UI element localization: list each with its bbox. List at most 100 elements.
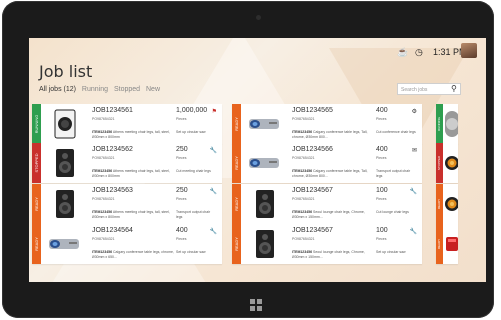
quantity: 400 <box>376 146 388 153</box>
item-code: ITEM123456 <box>292 210 313 214</box>
job-number: JOB1234561 <box>92 107 133 114</box>
front-camera <box>256 15 261 20</box>
status-label: READY <box>234 237 239 251</box>
status-badge: RUNNING <box>32 104 41 144</box>
quantity-unit: Pieces <box>376 237 387 241</box>
po-number: PO987654321 <box>292 197 315 201</box>
side-tile[interactable]: STOPPED <box>436 143 458 183</box>
gear-icon[interactable]: ⚙ <box>412 108 417 115</box>
item-description: ITEM123456 Calgary conference table legs… <box>92 250 174 259</box>
item-code: ITEM123456 <box>292 169 313 173</box>
job-card[interactable]: READY JOB1234567 PO987654321 ITEM123456 … <box>232 184 422 224</box>
product-image <box>45 147 85 179</box>
job-card[interactable]: READY JOB1234565 PO987654321 ITEM123456 … <box>232 104 422 144</box>
job-number: JOB1234564 <box>92 227 133 234</box>
job-card[interactable]: STOPPED JOB1234562 PO987654321 ITEM12345… <box>32 143 222 183</box>
filter-running[interactable]: Running <box>82 86 108 93</box>
product-image <box>45 108 85 140</box>
po-number: PO987654321 <box>92 156 115 160</box>
status-badge: STOPPED <box>436 143 443 183</box>
po-number: PO987654321 <box>92 237 115 241</box>
po-number: PO987654321 <box>292 156 315 160</box>
side-tile[interactable]: READY <box>436 184 458 224</box>
item-description: ITEM123456 Athens meeting chair legs, ta… <box>92 210 174 219</box>
item-code: ITEM123456 <box>92 169 113 173</box>
status-badge: READY <box>232 184 241 224</box>
job-number: JOB1234562 <box>92 146 133 153</box>
clock-icon: ◷ <box>415 47 423 57</box>
status-label: STOPPED <box>437 155 441 171</box>
filter-stopped[interactable]: Stopped <box>114 86 140 93</box>
user-avatar[interactable] <box>461 43 477 58</box>
status-badge: READY <box>436 224 443 264</box>
status-badge: READY <box>232 104 241 144</box>
item-description: ITEM123456 Seoul lounge chair legs, Chro… <box>292 210 374 219</box>
quantity: 400 <box>376 107 388 114</box>
status-badge: READY <box>436 184 443 224</box>
po-number: PO987654321 <box>292 117 315 121</box>
next-step: Cut meeting chair legs <box>176 169 211 173</box>
windows-logo-icon[interactable] <box>250 299 262 311</box>
status-badge: READY <box>232 224 241 264</box>
status-label: READY <box>437 238 441 250</box>
quantity: 100 <box>376 227 388 234</box>
quantity: 400 <box>176 227 188 234</box>
status-badge: STOPPED <box>32 143 41 183</box>
status-label: RUNNING <box>34 114 39 134</box>
item-code: ITEM123456 <box>292 130 313 134</box>
job-card[interactable]: READY JOB1234564 PO987654321 ITEM123456 … <box>32 224 222 264</box>
item-description: ITEM123456 Calgary conference table legs… <box>292 169 374 178</box>
product-image <box>444 189 458 224</box>
item-description: ITEM123456 Athens meeting chair legs, ta… <box>92 130 174 139</box>
quantity-unit: Pieces <box>376 156 387 160</box>
quantity: 1,000,000 <box>176 107 208 114</box>
next-step: Set up circular saw <box>176 130 206 134</box>
job-number: JOB1234567 <box>292 187 333 194</box>
next-step: Set up circular saw <box>176 250 206 254</box>
status-label: RUNNING <box>437 117 441 131</box>
quantity-unit: Pieces <box>176 117 187 121</box>
quantity: 250 <box>176 146 188 153</box>
quantity: 100 <box>376 187 388 194</box>
app-screen: ☕ ◷ 1:31 PM Job list All jobs (12) Runni… <box>29 38 486 282</box>
filter-all-jobs[interactable]: All jobs (12) <box>39 86 76 93</box>
filter-tabs: All jobs (12) Running Stopped New <box>39 86 164 93</box>
wrench-icon[interactable]: 🔧 <box>210 188 217 195</box>
side-tile[interactable]: READY <box>436 224 458 264</box>
next-step: Cut conference chair legs <box>376 130 416 134</box>
filter-new[interactable]: New <box>146 86 160 93</box>
product-image <box>444 109 458 144</box>
item-code: ITEM123456 <box>92 130 113 134</box>
flag-icon[interactable]: ⚑ <box>212 108 217 115</box>
message-icon[interactable]: ✉ <box>412 147 417 154</box>
job-number: JOB1234565 <box>292 107 333 114</box>
job-card[interactable]: READY JOB1234567 PO987654321 ITEM123456 … <box>232 224 422 264</box>
job-card[interactable]: READY JOB1234566 PO987654321 ITEM123456 … <box>232 143 422 183</box>
wrench-icon[interactable]: 🔧 <box>410 228 417 235</box>
po-number: PO987654321 <box>292 237 315 241</box>
status-label: READY <box>234 117 239 131</box>
quantity-unit: Pieces <box>376 197 387 201</box>
status-label: STOPPED <box>34 153 39 173</box>
item-code: ITEM123456 <box>92 250 113 254</box>
product-image <box>444 229 458 264</box>
next-step: Cut lounge chair legs <box>376 210 409 214</box>
wrench-icon[interactable]: 🔧 <box>210 147 217 154</box>
coffee-cup-icon[interactable]: ☕ <box>397 47 408 58</box>
po-number: PO987654321 <box>92 117 115 121</box>
product-image <box>245 147 285 179</box>
wrench-icon[interactable]: 🔧 <box>210 228 217 235</box>
product-image <box>245 188 285 220</box>
product-image <box>245 228 285 260</box>
quantity-unit: Pieces <box>376 117 387 121</box>
product-image <box>444 148 458 183</box>
job-card[interactable]: RUNNING JOB1234561 PO987654321 ITEM12345… <box>32 104 222 144</box>
status-badge: READY <box>232 143 241 183</box>
job-card[interactable]: READY JOB1234563 PO987654321 ITEM123456 … <box>32 184 222 224</box>
job-number: JOB1234567 <box>292 227 333 234</box>
wrench-icon[interactable]: 🔧 <box>410 188 417 195</box>
side-tile[interactable]: RUNNING <box>436 104 458 144</box>
search-icon[interactable]: ⚲ <box>451 84 457 94</box>
status-label: READY <box>234 197 239 211</box>
item-code: ITEM123456 <box>292 250 313 254</box>
